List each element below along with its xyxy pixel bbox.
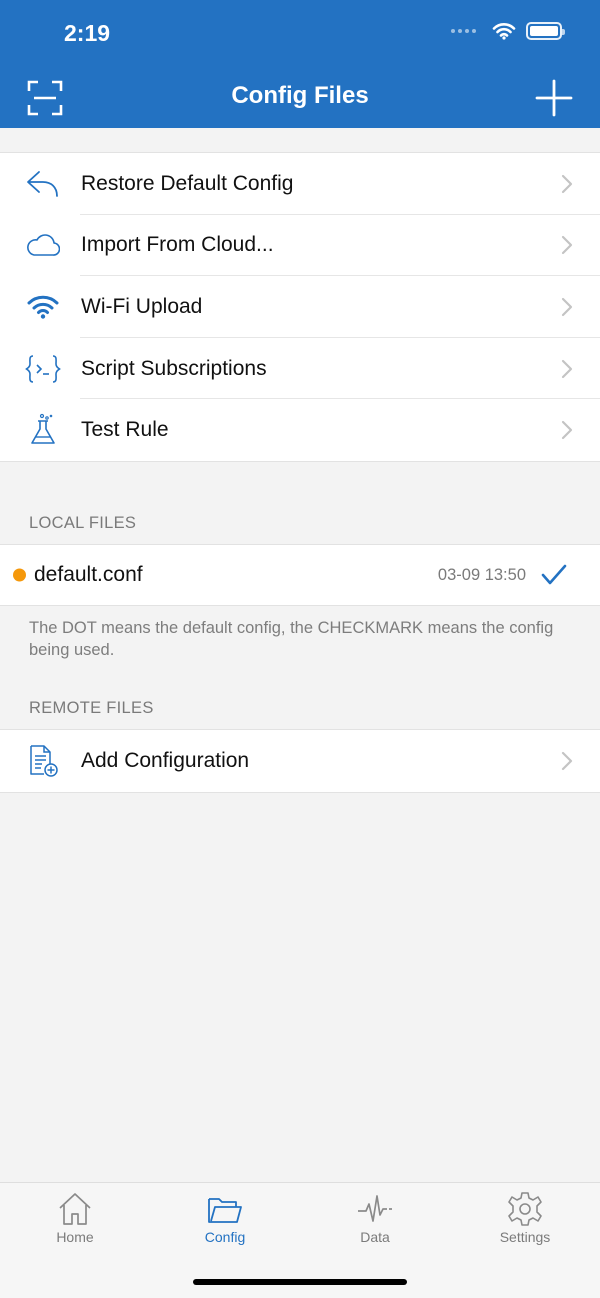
tab-home[interactable]: Home [0,1191,150,1245]
remote-files-header: REMOTE FILES [29,699,154,717]
test-rule-row[interactable]: Test Rule [0,399,600,461]
local-files-header: LOCAL FILES [29,514,137,532]
add-configuration-row[interactable]: Add Configuration [0,730,600,792]
wifi-status-icon [492,23,516,40]
status-time: 2:19 [64,20,111,46]
row-label: Import From Cloud... [81,233,274,257]
row-label: Wi-Fi Upload [81,294,203,318]
chevron-right-icon [561,236,573,255]
remote-files-list: Add Configuration [0,729,600,793]
home-indicator[interactable] [193,1279,407,1285]
plus-icon[interactable] [534,78,574,118]
file-name: default.conf [34,563,143,586]
tab-data[interactable]: Data [300,1191,450,1245]
local-files-note: The DOT means the default config, the CH… [29,619,554,659]
reply-arrow-icon [24,165,62,203]
chevron-right-icon [561,751,573,770]
script-subscriptions-row[interactable]: Script Subscriptions [0,338,600,400]
nav-bar: 2:19 Config Files [0,0,600,128]
chevron-right-icon [561,297,573,317]
tab-label: Settings [499,1229,551,1245]
row-label: Test Rule [81,418,169,442]
actions-list: Restore Default Config Import From Cloud… [0,152,600,462]
row-label: Add Configuration [81,748,250,772]
document-add-icon [24,742,62,780]
file-row[interactable]: default.conf 03-09 13:50 [0,545,600,605]
local-files-list: default.conf 03-09 13:50 [0,544,600,606]
folder-icon [208,1198,242,1223]
home-icon [59,1193,91,1225]
checkmark-icon [541,564,567,585]
wifi-icon [24,288,62,326]
tab-label: Home [56,1229,94,1245]
tab-config[interactable]: Config [150,1191,300,1245]
pulse-icon [358,1195,392,1222]
import-from-cloud-row[interactable]: Import From Cloud... [0,215,600,277]
default-dot-icon [13,568,26,582]
script-braces-icon [24,350,62,388]
battery-icon [526,22,565,40]
status-indicators [451,22,565,40]
gear-icon [508,1192,542,1226]
flask-icon [24,411,62,449]
cellular-signal-icon [451,29,476,33]
wifi-upload-row[interactable]: Wi-Fi Upload [0,276,600,338]
restore-default-config-row[interactable]: Restore Default Config [0,153,600,215]
tab-label: Data [360,1229,390,1245]
cloud-icon [24,226,62,264]
page-title: Config Files [231,82,369,109]
row-label: Script Subscriptions [81,356,267,380]
tab-settings[interactable]: Settings [450,1191,600,1245]
chevron-right-icon [561,174,573,193]
row-label: Restore Default Config [81,171,294,195]
chevron-right-icon [561,421,573,440]
tab-label: Config [204,1229,246,1245]
chevron-right-icon [561,359,573,378]
file-date: 03-09 13:50 [437,565,526,584]
